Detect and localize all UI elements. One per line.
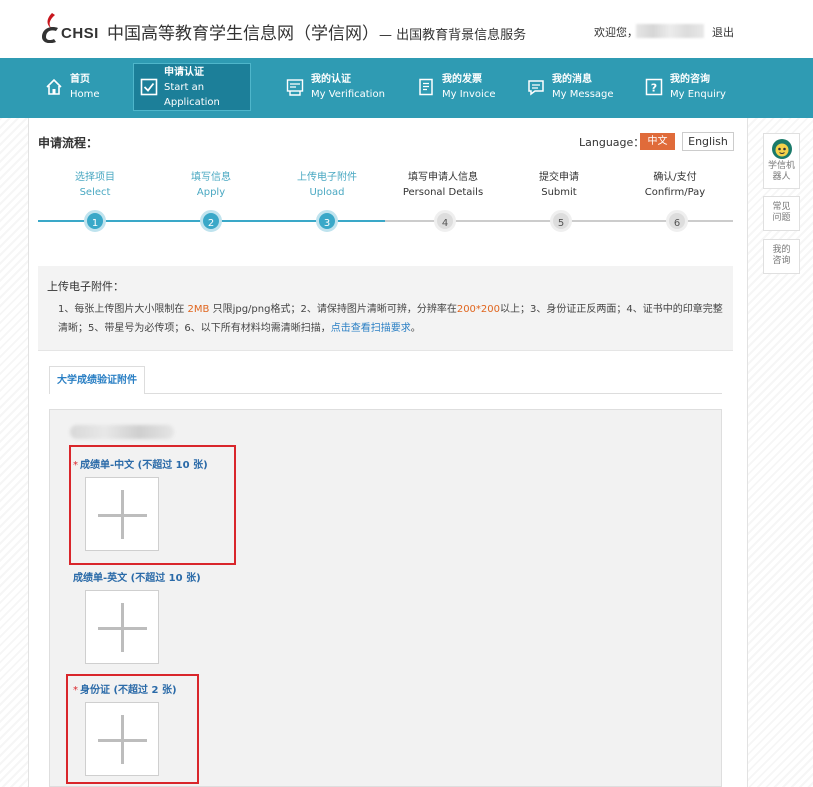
nav-home-cn: 首页 bbox=[70, 74, 90, 85]
nav-my-message[interactable]: 我的消息 My Message bbox=[526, 63, 614, 111]
upload-notice: 上传电子附件： 1、每张上传图片大小限制在 2MB 只限jpg/png格式；2、… bbox=[38, 266, 733, 351]
nav-my-enquiry-en: My Enquiry bbox=[670, 89, 726, 100]
nav-my-invoice[interactable]: 我的发票 My Invoice bbox=[416, 63, 495, 111]
plus-icon bbox=[121, 490, 124, 539]
nav-start-application[interactable]: 申请认证 Start an Application bbox=[133, 63, 251, 111]
nav-start-application-en: Start an Application bbox=[164, 81, 220, 108]
upload-add-transcript-en[interactable] bbox=[85, 590, 159, 664]
site-subtitle: — 出国教育背景信息服务 bbox=[379, 28, 527, 43]
scan-requirements-link[interactable]: 点击查看扫描要求 bbox=[331, 323, 411, 334]
faq-button[interactable]: 常见问题 bbox=[763, 196, 800, 231]
robot-icon bbox=[771, 139, 792, 159]
site-title-main: 中国高等教育学生信息网（学信网） bbox=[107, 24, 379, 44]
svg-text:?: ? bbox=[651, 82, 657, 95]
required-mark: * bbox=[73, 460, 78, 471]
notice-resolution: 200*200 bbox=[456, 304, 501, 315]
step-6-circle: 6 bbox=[666, 210, 688, 232]
flow-title: 申请流程： bbox=[38, 136, 99, 150]
step-4-circle: 4 bbox=[434, 210, 456, 232]
nav-start-application-cn: 申请认证 bbox=[164, 66, 204, 78]
step-3-en: Upload bbox=[309, 187, 345, 198]
tab-transcript-attachments[interactable]: 大学成绩验证附件 bbox=[49, 366, 145, 394]
step-3-circle: 3 bbox=[316, 210, 338, 232]
plus-icon bbox=[121, 715, 124, 764]
step-1-cn: 选择项目 bbox=[75, 172, 115, 183]
notice-text-2: 只限jpg/png格式；2、请保持图片清晰可辨，分辨率在 bbox=[209, 304, 457, 315]
chatbot-button[interactable]: 学信机器人 bbox=[763, 133, 800, 189]
nav-home[interactable]: 首页 Home bbox=[44, 63, 100, 111]
nav-my-message-en: My Message bbox=[552, 89, 614, 100]
field-label-transcript-cn-text: 成绩单-中文 (不超过 10 张) bbox=[80, 460, 208, 471]
step-2-cn: 填写信息 bbox=[191, 172, 231, 183]
redacted-item-name bbox=[70, 425, 174, 439]
nav-my-verification-en: My Verification bbox=[311, 89, 385, 100]
plus-icon bbox=[121, 603, 124, 652]
notice-title: 上传电子附件： bbox=[47, 280, 124, 293]
username-redacted bbox=[636, 24, 704, 38]
notice-body: 1、每张上传图片大小限制在 2MB 只限jpg/png格式；2、请保持图片清晰可… bbox=[58, 300, 728, 338]
logout-link[interactable]: 退出 bbox=[712, 24, 734, 40]
step-5-cn: 提交申请 bbox=[539, 172, 579, 183]
step-5-en: Submit bbox=[541, 187, 577, 198]
notice-size-limit: 2MB bbox=[187, 304, 210, 315]
home-icon bbox=[44, 77, 64, 97]
question-icon: ? bbox=[644, 77, 664, 97]
my-enquiry-button[interactable]: 我的咨询 bbox=[763, 239, 800, 274]
notice-text-4: 。 bbox=[410, 323, 421, 334]
step-2-circle: 2 bbox=[200, 210, 222, 232]
check-icon bbox=[140, 77, 158, 97]
language-english-button[interactable]: English bbox=[682, 132, 734, 151]
nav-my-enquiry[interactable]: ? 我的咨询 My Enquiry bbox=[644, 63, 726, 111]
nav-home-en: Home bbox=[70, 89, 100, 100]
tab-divider bbox=[145, 393, 722, 394]
site-title: 中国高等教育学生信息网（学信网）— 出国教育背景信息服务 bbox=[107, 19, 526, 44]
notice-text-1: 1、每张上传图片大小限制在 bbox=[58, 304, 188, 315]
nav-my-message-cn: 我的消息 bbox=[552, 74, 592, 85]
nav-my-invoice-en: My Invoice bbox=[442, 89, 496, 100]
step-4-en: Personal Details bbox=[402, 187, 484, 198]
language-chinese-button[interactable]: 中文 bbox=[640, 133, 675, 150]
language-label: Language： bbox=[579, 136, 645, 149]
nav-my-enquiry-cn: 我的咨询 bbox=[670, 74, 710, 85]
step-3-cn: 上传电子附件 bbox=[297, 172, 357, 183]
logo-text: CHSI bbox=[61, 25, 99, 42]
field-label-id-card: * 身份证 (不超过 2 张) bbox=[73, 681, 177, 696]
upload-add-id-card[interactable] bbox=[85, 702, 159, 776]
step-4-cn: 填写申请人信息 bbox=[408, 172, 478, 183]
field-label-transcript-en: 成绩单-英文 (不超过 10 张) bbox=[73, 573, 201, 584]
step-6-en: Confirm/Pay bbox=[644, 187, 706, 198]
field-label-transcript-cn: * 成绩单-中文 (不超过 10 张) bbox=[73, 456, 208, 471]
field-label-id-card-text: 身份证 (不超过 2 张) bbox=[80, 685, 177, 696]
welcome-text: 欢迎您， bbox=[594, 26, 638, 39]
invoice-icon bbox=[416, 77, 436, 97]
step-5-circle: 5 bbox=[550, 210, 572, 232]
header: CHSI 中国高等教育学生信息网（学信网）— 出国教育背景信息服务 欢迎您， 退… bbox=[0, 0, 813, 58]
chatbot-label: 学信机器人 bbox=[767, 161, 795, 182]
upload-add-transcript-cn[interactable] bbox=[85, 477, 159, 551]
certificate-icon bbox=[285, 77, 305, 97]
step-2-en: Apply bbox=[196, 187, 226, 198]
nav-my-invoice-cn: 我的发票 bbox=[442, 74, 482, 85]
step-6-cn: 确认/支付 bbox=[653, 172, 697, 183]
message-icon bbox=[526, 77, 546, 97]
nav-my-verification-cn: 我的认证 bbox=[311, 74, 351, 85]
required-mark: * bbox=[73, 685, 78, 696]
step-1-circle: 1 bbox=[84, 210, 106, 232]
step-1-en: Select bbox=[79, 187, 111, 198]
nav-my-verification[interactable]: 我的认证 My Verification bbox=[285, 63, 385, 111]
main-nav: 首页 Home 申请认证 Start an Application 我的认证 My V… bbox=[0, 58, 813, 118]
